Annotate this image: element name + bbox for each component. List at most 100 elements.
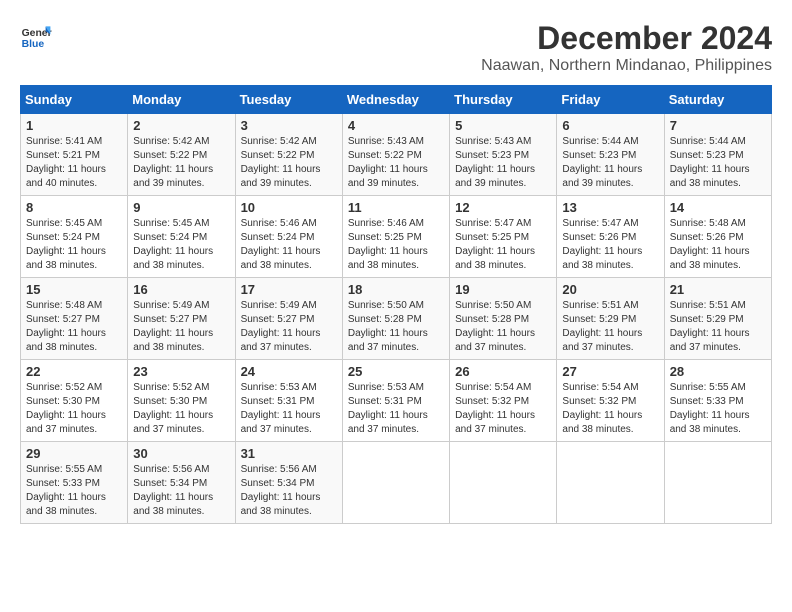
day-info: Sunrise: 5:41 AM Sunset: 5:21 PM Dayligh… xyxy=(26,135,122,191)
calendar-week-row: 8 Sunrise: 5:45 AM Sunset: 5:24 PM Daylig… xyxy=(21,196,772,278)
day-number: 14 xyxy=(670,200,766,215)
calendar-header-cell: Thursday xyxy=(450,86,557,114)
calendar-cell: 7Sunrise: 5:44 AM Sunset: 5:23 PM Daylig… xyxy=(664,114,771,196)
calendar-cell: 6 Sunrise: 5:44 AM Sunset: 5:23 PM Daylig… xyxy=(557,114,664,196)
calendar-cell: 29Sunrise: 5:55 AM Sunset: 5:33 PM Dayli… xyxy=(21,442,128,524)
calendar-cell: 14 Sunrise: 5:48 AM Sunset: 5:26 PM Dayli… xyxy=(664,196,771,278)
day-info: Sunrise: 5:46 AM Sunset: 5:25 PM Dayligh… xyxy=(348,217,444,273)
day-info: Sunrise: 5:45 AM Sunset: 5:24 PM Dayligh… xyxy=(26,217,122,273)
day-number: 26 xyxy=(455,364,551,379)
day-number: 30 xyxy=(133,446,229,461)
svg-text:Blue: Blue xyxy=(22,39,45,50)
header: General Blue December 2024 Naawan, North… xyxy=(20,20,772,75)
day-info: Sunrise: 5:46 AM Sunset: 5:24 PM Dayligh… xyxy=(241,217,337,273)
calendar-cell: 16 Sunrise: 5:49 AM Sunset: 5:27 PM Dayli… xyxy=(128,278,235,360)
calendar-cell: 30 Sunrise: 5:56 AM Sunset: 5:34 PM Dayli… xyxy=(128,442,235,524)
calendar-cell: 18 Sunrise: 5:50 AM Sunset: 5:28 PM Dayli… xyxy=(342,278,449,360)
calendar-cell: 17Sunrise: 5:49 AM Sunset: 5:27 PM Dayli… xyxy=(235,278,342,360)
calendar-cell: 4 Sunrise: 5:43 AM Sunset: 5:22 PM Daylig… xyxy=(342,114,449,196)
calendar-header-cell: Friday xyxy=(557,86,664,114)
day-info: Sunrise: 5:43 AM Sunset: 5:22 PM Dayligh… xyxy=(348,135,444,191)
calendar-cell xyxy=(664,442,771,524)
day-number: 1 xyxy=(26,118,122,133)
day-info: Sunrise: 5:51 AM Sunset: 5:29 PM Dayligh… xyxy=(670,299,766,355)
calendar-cell: 23 Sunrise: 5:52 AM Sunset: 5:30 PM Dayli… xyxy=(128,360,235,442)
day-number: 18 xyxy=(348,282,444,297)
day-info: Sunrise: 5:48 AM Sunset: 5:27 PM Dayligh… xyxy=(26,299,122,355)
day-info: Sunrise: 5:52 AM Sunset: 5:30 PM Dayligh… xyxy=(26,381,122,437)
day-number: 21 xyxy=(670,282,766,297)
day-number: 16 xyxy=(133,282,229,297)
calendar-body: 1 Sunrise: 5:41 AM Sunset: 5:21 PM Daylig… xyxy=(21,114,772,524)
day-number: 25 xyxy=(348,364,444,379)
day-number: 3 xyxy=(241,118,337,133)
day-info: Sunrise: 5:48 AM Sunset: 5:26 PM Dayligh… xyxy=(670,217,766,273)
calendar-cell: 3 Sunrise: 5:42 AM Sunset: 5:22 PM Daylig… xyxy=(235,114,342,196)
day-number: 2 xyxy=(133,118,229,133)
calendar-header-cell: Wednesday xyxy=(342,86,449,114)
calendar-cell: 19 Sunrise: 5:50 AM Sunset: 5:28 PM Dayli… xyxy=(450,278,557,360)
day-number: 31 xyxy=(241,446,337,461)
day-info: Sunrise: 5:44 AM Sunset: 5:23 PM Dayligh… xyxy=(562,135,658,191)
calendar-cell: 24 Sunrise: 5:53 AM Sunset: 5:31 PM Dayli… xyxy=(235,360,342,442)
day-info: Sunrise: 5:54 AM Sunset: 5:32 PM Dayligh… xyxy=(562,381,658,437)
day-info: Sunrise: 5:49 AM Sunset: 5:27 PM Dayligh… xyxy=(133,299,229,355)
day-info: Sunrise: 5:47 AM Sunset: 5:26 PM Dayligh… xyxy=(562,217,658,273)
day-number: 23 xyxy=(133,364,229,379)
subtitle: Naawan, Northern Mindanao, Philippines xyxy=(481,57,772,75)
day-number: 12 xyxy=(455,200,551,215)
day-info: Sunrise: 5:54 AM Sunset: 5:32 PM Dayligh… xyxy=(455,381,551,437)
calendar-cell: 10 Sunrise: 5:46 AM Sunset: 5:24 PM Dayli… xyxy=(235,196,342,278)
calendar-cell: 27 Sunrise: 5:54 AM Sunset: 5:32 PM Dayli… xyxy=(557,360,664,442)
logo-icon: General Blue xyxy=(20,20,52,52)
day-info: Sunrise: 5:52 AM Sunset: 5:30 PM Dayligh… xyxy=(133,381,229,437)
day-number: 27 xyxy=(562,364,658,379)
day-info: Sunrise: 5:49 AM Sunset: 5:27 PM Dayligh… xyxy=(241,299,337,355)
calendar-cell xyxy=(557,442,664,524)
day-info: Sunrise: 5:50 AM Sunset: 5:28 PM Dayligh… xyxy=(348,299,444,355)
day-number: 6 xyxy=(562,118,658,133)
calendar-cell: 8 Sunrise: 5:45 AM Sunset: 5:24 PM Daylig… xyxy=(21,196,128,278)
day-number: 11 xyxy=(348,200,444,215)
day-number: 24 xyxy=(241,364,337,379)
day-number: 28 xyxy=(670,364,766,379)
calendar-week-row: 1 Sunrise: 5:41 AM Sunset: 5:21 PM Daylig… xyxy=(21,114,772,196)
calendar-cell: 15Sunrise: 5:48 AM Sunset: 5:27 PM Dayli… xyxy=(21,278,128,360)
day-info: Sunrise: 5:51 AM Sunset: 5:29 PM Dayligh… xyxy=(562,299,658,355)
day-number: 8 xyxy=(26,200,122,215)
day-number: 4 xyxy=(348,118,444,133)
day-info: Sunrise: 5:50 AM Sunset: 5:28 PM Dayligh… xyxy=(455,299,551,355)
calendar-cell: 1 Sunrise: 5:41 AM Sunset: 5:21 PM Daylig… xyxy=(21,114,128,196)
logo: General Blue xyxy=(20,20,52,52)
title-area: December 2024 Naawan, Northern Mindanao,… xyxy=(481,20,772,75)
calendar-header-row: SundayMondayTuesdayWednesdayThursdayFrid… xyxy=(21,86,772,114)
calendar-week-row: 22 Sunrise: 5:52 AM Sunset: 5:30 PM Dayli… xyxy=(21,360,772,442)
day-number: 19 xyxy=(455,282,551,297)
calendar-cell: 31Sunrise: 5:56 AM Sunset: 5:34 PM Dayli… xyxy=(235,442,342,524)
day-info: Sunrise: 5:47 AM Sunset: 5:25 PM Dayligh… xyxy=(455,217,551,273)
day-number: 10 xyxy=(241,200,337,215)
day-info: Sunrise: 5:55 AM Sunset: 5:33 PM Dayligh… xyxy=(26,463,122,519)
day-info: Sunrise: 5:56 AM Sunset: 5:34 PM Dayligh… xyxy=(133,463,229,519)
day-number: 22 xyxy=(26,364,122,379)
day-info: Sunrise: 5:53 AM Sunset: 5:31 PM Dayligh… xyxy=(348,381,444,437)
calendar-week-row: 15Sunrise: 5:48 AM Sunset: 5:27 PM Dayli… xyxy=(21,278,772,360)
calendar-cell: 9Sunrise: 5:45 AM Sunset: 5:24 PM Daylig… xyxy=(128,196,235,278)
calendar-cell: 5Sunrise: 5:43 AM Sunset: 5:23 PM Daylig… xyxy=(450,114,557,196)
calendar-header: SundayMondayTuesdayWednesdayThursdayFrid… xyxy=(21,86,772,114)
calendar-cell: 22 Sunrise: 5:52 AM Sunset: 5:30 PM Dayli… xyxy=(21,360,128,442)
day-info: Sunrise: 5:53 AM Sunset: 5:31 PM Dayligh… xyxy=(241,381,337,437)
calendar-cell: 25 Sunrise: 5:53 AM Sunset: 5:31 PM Dayli… xyxy=(342,360,449,442)
calendar-header-cell: Monday xyxy=(128,86,235,114)
day-info: Sunrise: 5:43 AM Sunset: 5:23 PM Dayligh… xyxy=(455,135,551,191)
day-info: Sunrise: 5:42 AM Sunset: 5:22 PM Dayligh… xyxy=(241,135,337,191)
calendar-cell: 2Sunrise: 5:42 AM Sunset: 5:22 PM Daylig… xyxy=(128,114,235,196)
main-title: December 2024 xyxy=(481,20,772,57)
calendar-cell xyxy=(450,442,557,524)
calendar-cell: 26 Sunrise: 5:54 AM Sunset: 5:32 PM Dayli… xyxy=(450,360,557,442)
calendar-cell: 20Sunrise: 5:51 AM Sunset: 5:29 PM Dayli… xyxy=(557,278,664,360)
calendar-cell: 28Sunrise: 5:55 AM Sunset: 5:33 PM Dayli… xyxy=(664,360,771,442)
calendar-header-cell: Sunday xyxy=(21,86,128,114)
calendar-header-cell: Tuesday xyxy=(235,86,342,114)
day-number: 13 xyxy=(562,200,658,215)
